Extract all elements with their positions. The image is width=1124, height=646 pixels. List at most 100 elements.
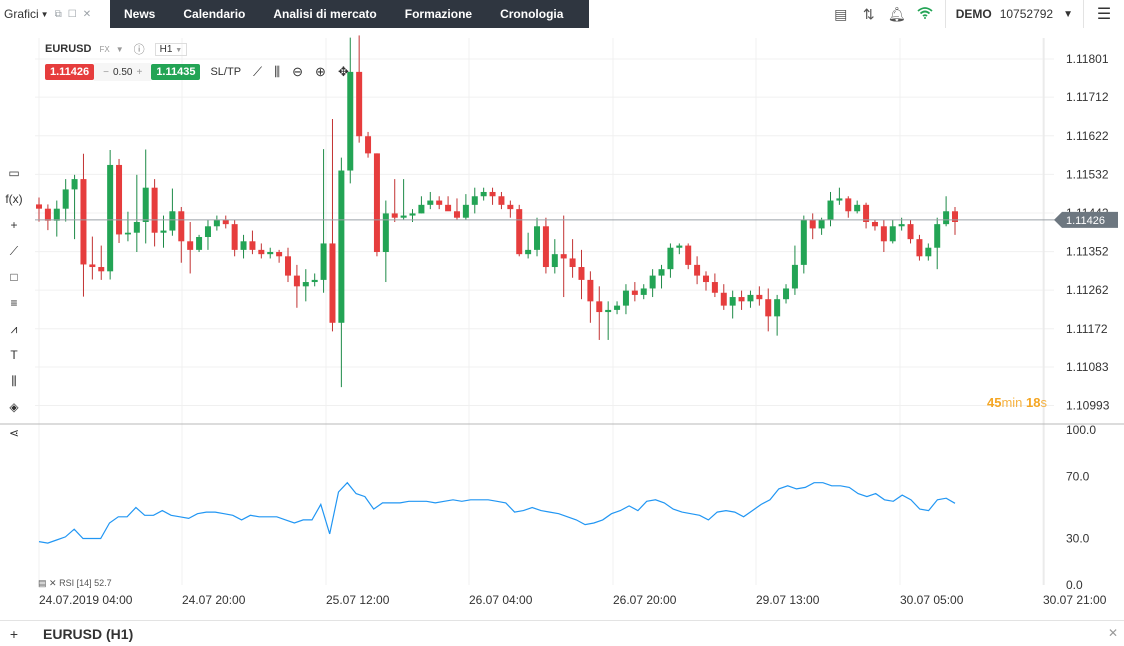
volume-stepper: − 0.50 +	[94, 63, 152, 81]
candle-body	[89, 264, 96, 268]
price-tick-label: 1.11801	[1066, 52, 1109, 66]
candle-body	[667, 247, 674, 270]
candle-body	[409, 213, 416, 216]
layout-icon[interactable]: ▤	[827, 6, 855, 23]
nav-item-history[interactable]: Cronologia	[486, 7, 577, 21]
account-selector[interactable]: DEMO 10752792 ▼	[944, 0, 1084, 28]
volume-decrease-button[interactable]: −	[103, 67, 109, 78]
layers-icon[interactable]: ◈	[0, 394, 28, 420]
nav-item-calendar[interactable]: Calendario	[169, 7, 259, 21]
crosshair-icon[interactable]: +	[0, 212, 28, 238]
candle	[534, 217, 541, 257]
fan-icon[interactable]: ⩘	[0, 316, 28, 342]
time-tick-label: 25.07 12:00	[326, 593, 390, 607]
candle-body	[302, 282, 309, 287]
candle-body	[711, 282, 718, 293]
candle	[747, 290, 754, 308]
info-icon[interactable]: ⓘ	[134, 41, 145, 57]
hamburger-menu-icon[interactable]: ☰	[1084, 4, 1124, 24]
candle	[729, 290, 736, 319]
rsi-indicator-label: ▤ ✕ RSI [14] 52.7	[38, 578, 112, 589]
candle	[302, 269, 309, 302]
candle-body	[747, 294, 754, 302]
nav-item-news[interactable]: News	[110, 7, 169, 21]
timeframe-select[interactable]: H1 ▼	[154, 42, 188, 56]
candle-body	[293, 275, 300, 287]
candle	[934, 217, 941, 270]
candle-body	[445, 204, 452, 212]
candle	[53, 200, 60, 237]
candle-body	[462, 204, 469, 218]
candle	[400, 179, 407, 220]
candle	[765, 288, 772, 332]
close-icon[interactable]: ✕	[83, 9, 91, 20]
close-icon[interactable]: ✕	[49, 578, 57, 588]
candle	[738, 290, 745, 310]
bell-icon[interactable]: 🔔︎	[883, 6, 911, 23]
candle	[649, 269, 656, 298]
candle-body	[151, 187, 158, 233]
close-icon[interactable]: ✕	[1108, 626, 1118, 640]
trendline-icon[interactable]: ⟋	[0, 238, 28, 264]
candlestick-icon[interactable]: ⫼	[274, 64, 280, 80]
candle	[222, 215, 229, 229]
volume-value[interactable]: 0.50	[113, 67, 132, 78]
candle-body	[676, 245, 683, 248]
candle	[783, 284, 790, 304]
sell-button[interactable]: 1.11426	[45, 64, 95, 80]
candle	[774, 294, 781, 336]
indicators-icon[interactable]: ⫼	[0, 368, 28, 394]
text-icon[interactable]: T	[0, 342, 28, 368]
chevron-down-icon[interactable]: ▼	[116, 45, 124, 54]
nav-item-education[interactable]: Formazione	[391, 7, 486, 21]
candle	[160, 215, 167, 248]
chevron-down-icon: ▼	[175, 46, 183, 54]
screen-icon[interactable]: ▭	[0, 160, 28, 186]
candle-body	[880, 226, 887, 242]
fibonacci-icon[interactable]: ≡	[0, 290, 28, 316]
candle	[71, 174, 78, 240]
rectangle-icon[interactable]: □	[0, 264, 28, 290]
price-tick-label: 1.11083	[1066, 360, 1109, 374]
buy-button[interactable]: 1.11435	[151, 64, 201, 80]
candle-body	[98, 267, 105, 272]
current-price-tag: 1.11426	[1054, 211, 1118, 228]
price-tick-label: 1.11262	[1066, 283, 1109, 297]
candle	[213, 215, 220, 231]
nav-item-market-analysis[interactable]: Analisi di mercato	[259, 7, 390, 21]
candle-body	[756, 294, 763, 300]
candle-body	[116, 164, 123, 235]
add-chart-icon[interactable]: +	[0, 626, 28, 642]
candle-body	[889, 226, 896, 242]
move-icon[interactable]: ✥	[338, 64, 349, 80]
countdown-min-unit: min	[1001, 395, 1023, 410]
candle	[614, 301, 621, 315]
candle-body	[791, 264, 798, 289]
charts-menu[interactable]: Grafici ▼ ⧉ ☐ ✕	[0, 0, 110, 28]
candle-body	[44, 208, 51, 221]
function-icon[interactable]: f(x)	[0, 186, 28, 212]
candle	[952, 206, 958, 235]
volume-increase-button[interactable]: +	[136, 67, 142, 78]
line-chart-icon[interactable]: ⟋	[253, 64, 262, 80]
tab-eurusd[interactable]: EURUSD (H1)	[43, 626, 133, 642]
rsi-tick-label: 100.0	[1066, 423, 1096, 437]
zoom-out-icon[interactable]: ⊖	[292, 64, 303, 80]
maximize-icon[interactable]: ☐	[68, 9, 77, 20]
candle	[640, 284, 647, 300]
popout-icon[interactable]: ⧉	[55, 9, 62, 20]
time-tick-label: 26.07 04:00	[469, 593, 533, 607]
candle	[658, 264, 665, 289]
price-chart[interactable]: 1.118011.117121.116221.115321.114421.113…	[0, 28, 1124, 620]
zoom-in-icon[interactable]: ⊕	[315, 64, 326, 80]
price-alert-icon[interactable]: ⇅	[855, 6, 883, 23]
sltp-button[interactable]: SL/TP	[210, 66, 241, 78]
main-nav: News Calendario Analisi di mercato Forma…	[110, 0, 589, 28]
candle-body	[436, 200, 443, 205]
candle	[827, 191, 834, 227]
candle-body	[267, 252, 274, 255]
candle	[889, 219, 896, 244]
symbol-name[interactable]: EURUSD	[45, 43, 91, 55]
indicator-menu-icon[interactable]: ▤	[38, 578, 47, 588]
share-icon[interactable]: ⋖	[0, 420, 28, 446]
